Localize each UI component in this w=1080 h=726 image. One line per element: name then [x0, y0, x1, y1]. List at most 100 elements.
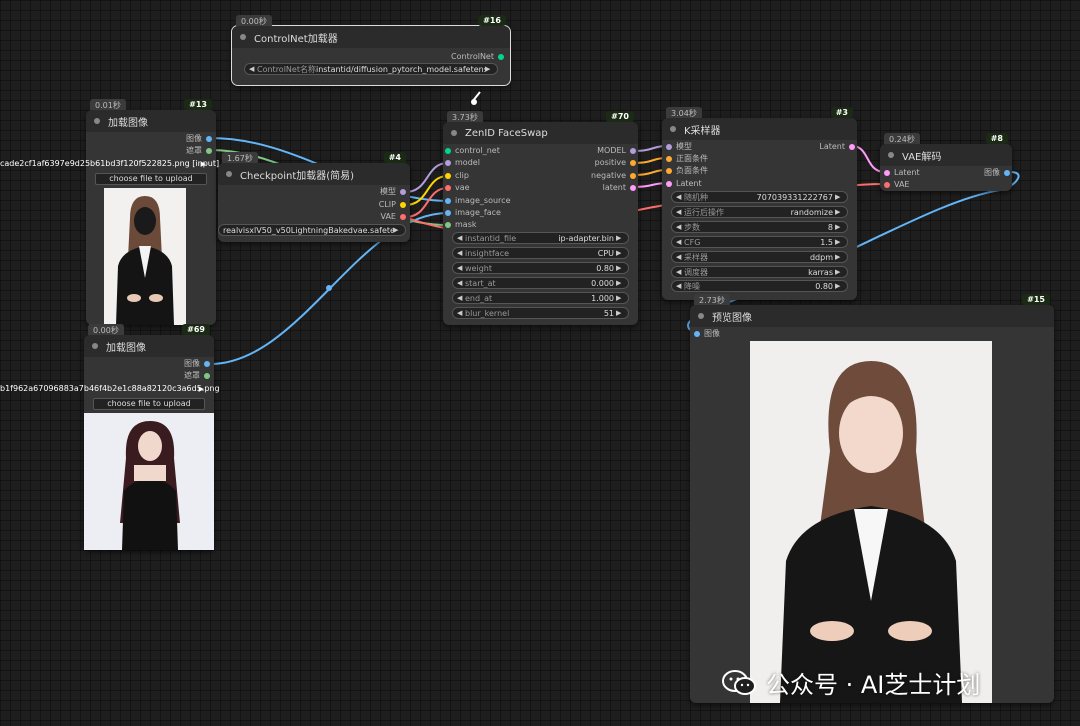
node-title: Checkpoint加载器(简易)	[240, 170, 355, 182]
arrow-right-icon[interactable]: ▶	[201, 158, 206, 170]
output-slot-latent[interactable]: Latent	[819, 142, 855, 152]
node-controlnet-loader[interactable]: 0.00秒 #16 ControlNet加载器 ControlNet ◀ Con…	[231, 15, 511, 86]
wire-model	[404, 162, 449, 193]
node-title: ZenID FaceSwap	[465, 127, 548, 139]
input-slot-image[interactable]: 图像	[694, 329, 720, 339]
input-slot-vae[interactable]: VAE	[884, 180, 910, 190]
output-slot-vae[interactable]: VAE	[381, 212, 406, 222]
input-slot-positive[interactable]: 正面条件	[666, 154, 708, 164]
output-slot-mask[interactable]: 遮罩	[186, 146, 212, 156]
node-id: #8	[985, 133, 1008, 144]
input-slot-clip[interactable]: clip	[445, 171, 469, 181]
input-slot-model[interactable]: model	[445, 158, 480, 168]
node-header[interactable]: VAE解码	[880, 144, 1012, 166]
scheduler-combo[interactable]: ◀ 调度器 karras ▶	[671, 266, 848, 278]
insightface-combo[interactable]: ◀ insightface CPU ▶	[452, 247, 629, 259]
node-id: #13	[184, 99, 212, 110]
wire-controlnet	[471, 91, 481, 103]
collapse-dot-icon[interactable]	[92, 343, 98, 349]
node-ksampler[interactable]: 3.04秒 #3 K采样器 模型 正面条件 负面条件 Latent Latent…	[662, 107, 857, 300]
node-header[interactable]: K采样器	[662, 118, 857, 140]
output-slot-model[interactable]: 模型	[380, 187, 406, 197]
node-header[interactable]: 预览图像	[690, 305, 1054, 327]
upload-button[interactable]: choose file to upload	[95, 173, 207, 185]
preview-output-image	[750, 341, 992, 703]
collapse-dot-icon[interactable]	[698, 313, 704, 319]
input-slot-vae[interactable]: vae	[445, 183, 470, 193]
seed-number[interactable]: ◀ 随机种 707039331222767 ▶	[671, 191, 848, 203]
node-preview-image[interactable]: 2.73秒 #15 预览图像 图像	[690, 294, 1054, 703]
output-slot-image[interactable]: 图像	[984, 168, 1010, 178]
collapse-dot-icon[interactable]	[670, 126, 676, 132]
input-slot-latent[interactable]: Latent	[666, 179, 702, 189]
arrow-left-icon[interactable]: ◀	[249, 65, 257, 73]
sampler-combo[interactable]: ◀ 采样器 ddpm ▶	[671, 251, 848, 263]
node-id: #15	[1022, 294, 1050, 305]
weight-number[interactable]: ◀ weight 0.80 ▶	[452, 262, 629, 274]
node-id: #3	[830, 107, 853, 118]
output-slot-image[interactable]: 图像	[186, 134, 212, 144]
arrow-right-icon[interactable]: ▶	[485, 65, 493, 73]
end-at-number[interactable]: ◀ end_at 1.000 ▶	[452, 292, 629, 304]
input-slot-latent[interactable]: Latent	[884, 168, 920, 178]
node-vae-decode[interactable]: 0.24秒 #8 VAE解码 Latent VAE 图像	[880, 133, 1012, 191]
node-load-image-2[interactable]: 0.00秒 #69 加载图像 图像 遮罩 choose file to uplo…	[84, 324, 214, 550]
collapse-dot-icon[interactable]	[888, 152, 894, 158]
collapse-dot-icon[interactable]	[226, 171, 232, 177]
output-slot-mask[interactable]: 遮罩	[184, 371, 210, 381]
wechat-icon	[722, 669, 756, 696]
wire-reroute-image-face	[326, 285, 332, 291]
wire-vae-zen	[404, 187, 449, 218]
node-header[interactable]: 加载图像	[86, 110, 216, 132]
output-slot-latent[interactable]: latent	[603, 183, 636, 193]
collapse-dot-icon[interactable]	[94, 118, 100, 124]
denoise-number[interactable]: ◀ 降噪 0.80 ▶	[671, 280, 848, 292]
start-at-number[interactable]: ◀ start_at 0.000 ▶	[452, 277, 629, 289]
controlnet-name-combo[interactable]: ◀ ControlNet名称 instantid/diffusion_pytor…	[244, 63, 498, 75]
arrow-right-icon[interactable]: ▶	[199, 383, 204, 395]
node-id: #16	[478, 15, 506, 26]
output-slot-clip[interactable]: CLIP	[379, 200, 406, 210]
node-header[interactable]: ControlNet加载器	[232, 26, 510, 48]
node-id: #69	[182, 324, 210, 335]
output-slot-controlnet[interactable]: ControlNet	[451, 52, 504, 62]
image-filename-combo[interactable]: cade2cf1af6397e9d25b61bd3f120f522825.png…	[0, 158, 219, 170]
node-header[interactable]: 加载图像	[84, 335, 214, 357]
output-slot-image[interactable]: 图像	[184, 359, 210, 369]
input-slot-image-face[interactable]: image_face	[445, 208, 501, 218]
input-slot-image-source[interactable]: image_source	[445, 196, 510, 206]
node-checkpoint-loader[interactable]: 1.67秒 #4 Checkpoint加载器(简易) 模型 CLIP VAE r…	[218, 152, 410, 242]
blur-kernel-number[interactable]: ◀ blur_kernel 51 ▶	[452, 307, 629, 319]
upload-button[interactable]: choose file to upload	[93, 398, 205, 410]
output-slot-model[interactable]: MODEL	[597, 146, 636, 156]
node-header[interactable]: ZenID FaceSwap	[443, 122, 638, 144]
watermark: 公众号 · AI芝士计划	[722, 665, 980, 700]
node-id: #4	[383, 152, 406, 163]
collapse-dot-icon[interactable]	[451, 130, 457, 136]
input-slot-negative[interactable]: 负面条件	[666, 166, 708, 176]
input-slot-mask[interactable]: mask	[445, 220, 477, 230]
input-slot-model[interactable]: 模型	[666, 142, 692, 152]
input-slot-control-net[interactable]: control_net	[445, 146, 500, 156]
output-slot-negative[interactable]: negative	[591, 171, 636, 181]
node-header[interactable]: Checkpoint加载器(简易)	[218, 163, 410, 185]
node-title: ControlNet加载器	[254, 33, 338, 45]
source-image-thumbnail	[104, 188, 186, 325]
watermark-text: 公众号 · AI芝士计划	[766, 671, 981, 699]
cfg-number[interactable]: ◀ CFG 1.5 ▶	[671, 236, 848, 248]
steps-number[interactable]: ◀ 步数 8 ▶	[671, 221, 848, 233]
output-slot-positive[interactable]: positive	[595, 158, 636, 168]
collapse-dot-icon[interactable]	[240, 34, 246, 40]
node-load-image-1[interactable]: 0.01秒 #13 加载图像 图像 遮罩 choose file to uplo…	[86, 99, 216, 325]
person-suit-image	[116, 196, 174, 325]
checkpoint-name-combo[interactable]: realvisxlV50_v50LightningBakedvae.safete…	[218, 224, 406, 236]
control-after-generate-combo[interactable]: ◀ 运行后操作 randomize ▶	[671, 206, 848, 218]
arrow-right-icon[interactable]: ▶	[393, 226, 401, 234]
node-zenid-faceswap[interactable]: 3.73秒 #70 ZenID FaceSwap control_net mod…	[443, 111, 638, 325]
node-title: 预览图像	[712, 312, 752, 324]
person-black-dress-image	[120, 421, 180, 550]
instantid-file-combo[interactable]: ◀ instantid_file ip-adapter.bin ▶	[452, 232, 629, 244]
node-title: 加载图像	[108, 117, 148, 129]
image-filename-combo[interactable]: b1f962a67096883a7b46f4b2e1c88a82120c3a6d…	[0, 383, 220, 395]
wire-clip	[404, 175, 449, 206]
